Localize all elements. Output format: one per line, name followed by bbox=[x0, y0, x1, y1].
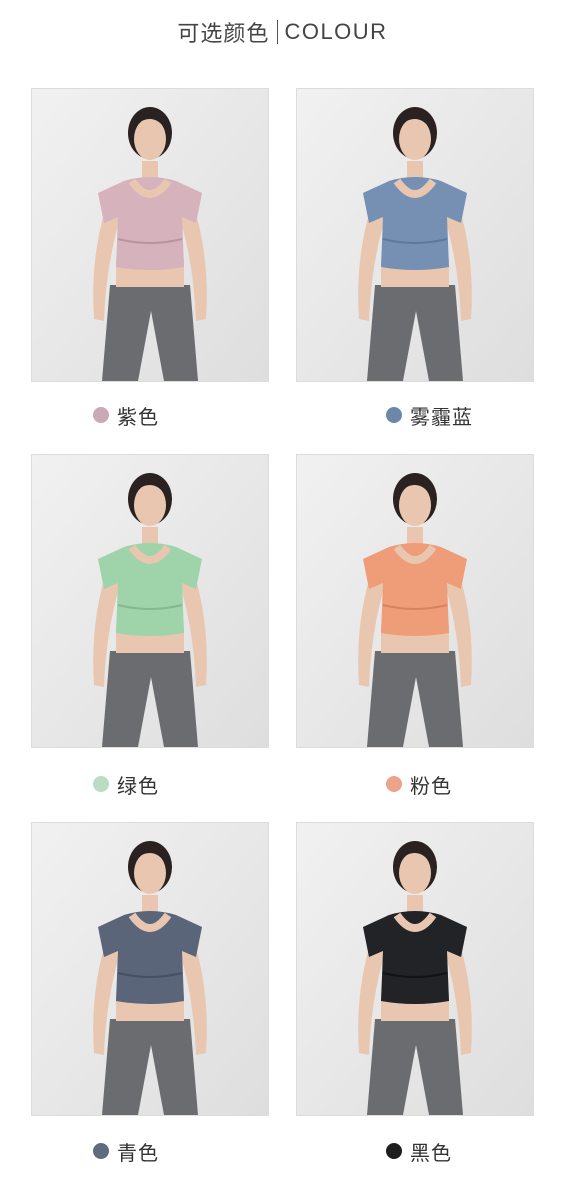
face bbox=[134, 484, 166, 526]
product-photo-cyan[interactable] bbox=[31, 822, 269, 1116]
color-option-pink[interactable]: 粉色 bbox=[386, 769, 452, 799]
product-photo-black[interactable] bbox=[296, 822, 534, 1116]
product-photo-pink[interactable] bbox=[296, 454, 534, 748]
model-illustration bbox=[32, 89, 268, 381]
face bbox=[399, 118, 431, 160]
model-illustration bbox=[32, 455, 268, 747]
color-label: 粉色 bbox=[410, 773, 452, 798]
header-title-cn: 可选颜色 bbox=[177, 22, 270, 47]
product-photo-haze-blue[interactable] bbox=[296, 88, 534, 382]
header-title-en: COLOUR bbox=[284, 19, 388, 44]
color-swatch bbox=[386, 1143, 402, 1159]
color-label: 雾霾蓝 bbox=[410, 404, 473, 429]
model-illustration bbox=[32, 823, 268, 1115]
color-option-cyan[interactable]: 青色 bbox=[93, 1136, 159, 1166]
color-option-green[interactable]: 绿色 bbox=[93, 769, 159, 799]
color-swatch bbox=[93, 776, 109, 792]
face bbox=[134, 118, 166, 160]
product-photo-purple[interactable] bbox=[31, 88, 269, 382]
model-illustration bbox=[297, 455, 533, 747]
face bbox=[134, 852, 166, 894]
color-label: 绿色 bbox=[117, 773, 159, 798]
color-swatch bbox=[386, 407, 402, 423]
product-photo-green[interactable] bbox=[31, 454, 269, 748]
color-option-purple[interactable]: 紫色 bbox=[93, 400, 159, 430]
color-option-haze-blue[interactable]: 雾霾蓝 bbox=[386, 400, 473, 430]
header-divider bbox=[277, 20, 279, 44]
model-illustration bbox=[297, 823, 533, 1115]
face bbox=[399, 852, 431, 894]
color-label: 青色 bbox=[117, 1140, 159, 1165]
model-illustration bbox=[297, 89, 533, 381]
face bbox=[399, 484, 431, 526]
color-swatch bbox=[93, 407, 109, 423]
color-option-black[interactable]: 黑色 bbox=[386, 1136, 452, 1166]
color-swatch bbox=[93, 1143, 109, 1159]
color-swatch bbox=[386, 776, 402, 792]
color-label: 紫色 bbox=[117, 404, 159, 429]
color-label: 黑色 bbox=[410, 1140, 452, 1165]
section-header: 可选颜色 COLOUR bbox=[0, 14, 565, 50]
